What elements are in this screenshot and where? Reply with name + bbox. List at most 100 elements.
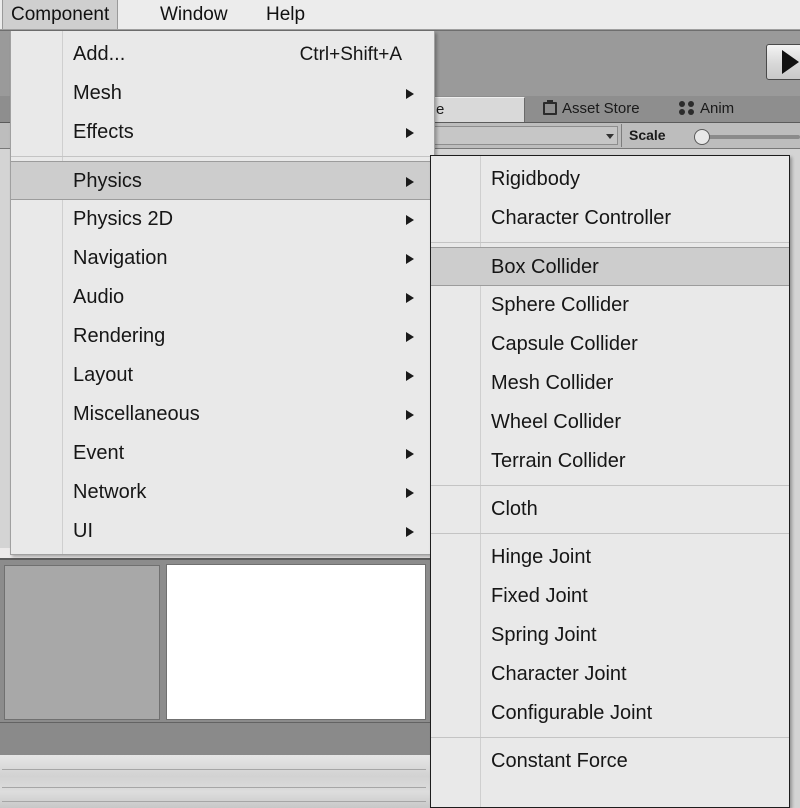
menu-item-label: Mesh bbox=[73, 82, 122, 104]
project-panel-divider bbox=[2, 787, 426, 788]
menu-separator bbox=[431, 242, 789, 243]
unity-editor-screenshot: e Asset Store Anim ct Scale Component Wi… bbox=[0, 0, 800, 808]
menu-separator bbox=[11, 156, 434, 157]
physics-menu-item-wheel-collider[interactable]: Wheel Collider bbox=[431, 403, 789, 442]
chevron-down-icon[interactable] bbox=[606, 134, 614, 139]
physics-menu-item-constant-force[interactable]: Constant Force bbox=[431, 742, 789, 781]
chevron-right-icon bbox=[406, 332, 414, 342]
physics-menu-item-spring-joint[interactable]: Spring Joint bbox=[431, 616, 789, 655]
project-panel-divider bbox=[2, 769, 426, 770]
menu-item-label: Terrain Collider bbox=[491, 450, 626, 472]
physics-menu-item-rigidbody[interactable]: Rigidbody bbox=[431, 160, 789, 199]
component-menu-item-add[interactable]: Add... Ctrl+Shift+A bbox=[11, 35, 434, 74]
tab-animation[interactable]: Anim bbox=[700, 100, 734, 117]
tab-active-label: e bbox=[436, 101, 445, 118]
scale-label: Scale bbox=[629, 127, 666, 143]
menu-item-label: Hinge Joint bbox=[491, 546, 592, 568]
chevron-right-icon bbox=[406, 215, 414, 225]
menu-item-label: Configurable Joint bbox=[491, 702, 653, 724]
chevron-right-icon bbox=[406, 254, 414, 264]
physics-menu-item-sphere-collider[interactable]: Sphere Collider bbox=[431, 286, 789, 325]
component-menu-item-physics-2d[interactable]: Physics 2D bbox=[11, 200, 434, 239]
component-menu-item-event[interactable]: Event bbox=[11, 434, 434, 473]
component-menu-item-navigation[interactable]: Navigation bbox=[11, 239, 434, 278]
menu-item-label: Mesh Collider bbox=[491, 372, 614, 394]
menu-item-label: Physics bbox=[73, 170, 142, 192]
menu-item-label: Audio bbox=[73, 286, 125, 308]
menu-item-label: Fixed Joint bbox=[491, 585, 588, 607]
hierarchy-panel[interactable] bbox=[4, 565, 160, 720]
menu-item-label: Layout bbox=[73, 364, 134, 386]
menu-item-label: UI bbox=[73, 520, 93, 542]
menu-item-label: Wheel Collider bbox=[491, 411, 622, 433]
component-menu-item-ui[interactable]: UI bbox=[11, 512, 434, 551]
menu-item-label: Cloth bbox=[491, 498, 538, 520]
chevron-right-icon bbox=[406, 293, 414, 303]
console-panel[interactable] bbox=[0, 722, 430, 756]
menu-separator bbox=[431, 485, 789, 486]
menu-item-label: Capsule Collider bbox=[491, 333, 638, 355]
menubar-item-component[interactable]: Component bbox=[2, 0, 119, 29]
component-menu-item-mesh[interactable]: Mesh bbox=[11, 74, 434, 113]
component-menu-item-audio[interactable]: Audio bbox=[11, 278, 434, 317]
component-menu-item-miscellaneous[interactable]: Miscellaneous bbox=[11, 395, 434, 434]
menu-item-shortcut: Ctrl+Shift+A bbox=[299, 44, 402, 65]
menubar: Component Window Help bbox=[0, 0, 800, 30]
physics-menu-item-fixed-joint[interactable]: Fixed Joint bbox=[431, 577, 789, 616]
menu-item-label: Event bbox=[73, 442, 125, 464]
menubar-item-help[interactable]: Help bbox=[258, 0, 313, 29]
physics-menu-item-cloth[interactable]: Cloth bbox=[431, 490, 789, 529]
chevron-right-icon bbox=[406, 449, 414, 459]
menu-item-label: Rendering bbox=[73, 325, 166, 347]
physics-menu-item-character-joint[interactable]: Character Joint bbox=[431, 655, 789, 694]
menu-item-label: Add... bbox=[73, 43, 126, 65]
component-menu-item-layout[interactable]: Layout bbox=[11, 356, 434, 395]
chevron-right-icon bbox=[406, 89, 414, 99]
menu-item-label: Rigidbody bbox=[491, 168, 580, 190]
component-menu-item-rendering[interactable]: Rendering bbox=[11, 317, 434, 356]
tab-asset-store[interactable]: Asset Store bbox=[562, 100, 640, 117]
chevron-right-icon bbox=[406, 410, 414, 420]
physics-menu-item-box-collider[interactable]: Box Collider bbox=[431, 247, 789, 286]
animation-icon bbox=[679, 101, 695, 115]
component-menu-item-network[interactable]: Network bbox=[11, 473, 434, 512]
scale-slider-knob[interactable] bbox=[694, 129, 710, 145]
asset-store-icon bbox=[543, 100, 557, 115]
physics-menu-item-capsule-collider[interactable]: Capsule Collider bbox=[431, 325, 789, 364]
scene-panel[interactable] bbox=[166, 564, 426, 720]
search-input[interactable] bbox=[408, 126, 618, 145]
scale-slider-track[interactable] bbox=[700, 135, 800, 139]
physics-menu-item-terrain-collider[interactable]: Terrain Collider bbox=[431, 442, 789, 481]
physics-submenu: Rigidbody Character Controller Box Collide… bbox=[430, 155, 790, 808]
project-panel-divider bbox=[2, 801, 426, 802]
component-menu: Add... Ctrl+Shift+A Mesh Effects Physics Phys… bbox=[10, 31, 435, 555]
menu-item-label: Sphere Collider bbox=[491, 294, 629, 316]
menu-item-label: Character Joint bbox=[491, 663, 627, 685]
menu-item-label: Network bbox=[73, 481, 147, 503]
menu-item-label: Spring Joint bbox=[491, 624, 597, 646]
component-menu-item-physics[interactable]: Physics bbox=[11, 161, 434, 200]
toolbar-divider bbox=[621, 124, 622, 147]
physics-submenu-items: Rigidbody Character Controller Box Collide… bbox=[431, 156, 789, 781]
play-icon bbox=[782, 50, 799, 74]
project-panel[interactable] bbox=[0, 755, 430, 808]
menu-item-label: Effects bbox=[73, 121, 134, 143]
chevron-right-icon bbox=[406, 488, 414, 498]
menu-item-label: Box Collider bbox=[491, 256, 599, 278]
menu-item-label: Miscellaneous bbox=[73, 403, 200, 425]
component-menu-items: Add... Ctrl+Shift+A Mesh Effects Physics Phys… bbox=[11, 31, 434, 551]
menubar-item-window[interactable]: Window bbox=[152, 0, 236, 29]
chevron-right-icon bbox=[406, 128, 414, 138]
physics-menu-item-character-controller[interactable]: Character Controller bbox=[431, 199, 789, 238]
chevron-right-icon bbox=[406, 177, 414, 187]
menu-item-label: Character Controller bbox=[491, 207, 672, 229]
physics-menu-item-mesh-collider[interactable]: Mesh Collider bbox=[431, 364, 789, 403]
menu-item-label: Physics 2D bbox=[73, 208, 174, 230]
physics-menu-item-configurable-joint[interactable]: Configurable Joint bbox=[431, 694, 789, 733]
physics-menu-item-hinge-joint[interactable]: Hinge Joint bbox=[431, 538, 789, 577]
menu-item-label: Navigation bbox=[73, 247, 168, 269]
chevron-right-icon bbox=[406, 371, 414, 381]
menu-separator bbox=[431, 737, 789, 738]
component-menu-item-effects[interactable]: Effects bbox=[11, 113, 434, 152]
chevron-right-icon bbox=[406, 527, 414, 537]
